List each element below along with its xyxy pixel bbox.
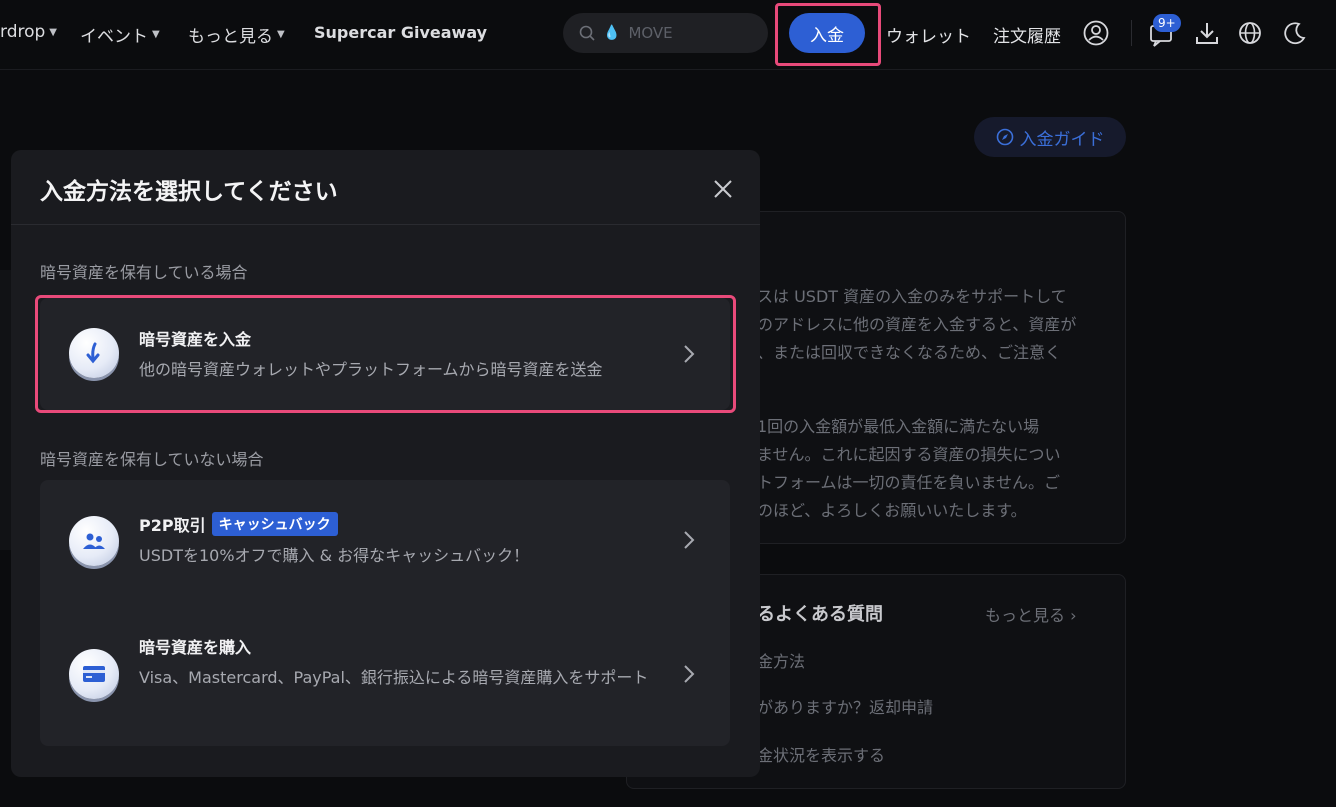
notice-line: のアドレスに他の資産を入金すると、資産が	[757, 315, 1077, 334]
compass-icon	[996, 128, 1013, 146]
option-title: 暗号資産を購入	[139, 638, 252, 657]
option-description: Visa、Mastercard、PayPal、銀行振込による暗号資産購入をサポー…	[139, 668, 649, 687]
caret-down-icon: ▼	[277, 29, 285, 40]
moon-icon[interactable]	[1281, 18, 1309, 48]
option-highlight-frame	[35, 295, 736, 413]
nav-item-label: rdrop	[0, 22, 46, 42]
faq-item[interactable]: がありますか？返却申請	[757, 694, 933, 722]
faq-more-label: もっと見る	[985, 606, 1066, 625]
notice-line: スは USDT 資産の入金のみをサポートして	[757, 287, 1067, 306]
notice-line: ません。これに起因する資産の損失につい	[757, 445, 1061, 464]
water-drop-icon: 💧	[603, 25, 621, 41]
notice-line: 1回の入金額が最低入金額に満たない場	[757, 417, 1040, 436]
nav-item-promo[interactable]: Supercar Giveaway	[314, 23, 487, 42]
nav-item-label: もっと見る	[188, 27, 273, 47]
notice-line: トフォームは一切の責任を負いません。ご	[757, 473, 1061, 492]
download-icon[interactable]	[1193, 18, 1221, 48]
top-navigation: rdrop ▼ イベント ▼ もっと見る ▼ Supercar Giveaway…	[0, 0, 1336, 70]
notification-badge: 9+	[1153, 14, 1181, 32]
nav-item-events[interactable]: イベント ▼	[80, 22, 160, 47]
wallet-link[interactable]: ウォレット	[886, 22, 971, 47]
caret-down-icon: ▼	[49, 26, 57, 38]
option-description: USDTを10%オフで購入 & お得なキャッシュバック！	[139, 546, 530, 565]
modal-divider	[11, 224, 760, 225]
nav-item-airdrop[interactable]: rdrop ▼	[0, 22, 57, 42]
search-placeholder: MOVE	[628, 24, 673, 42]
background-left-panel	[0, 270, 11, 550]
deposit-method-modal: 入金方法を選択してください 暗号資産を保有している場合 暗号資産を入金 他の暗号…	[11, 150, 760, 777]
faq-more-link[interactable]: もっと見る ›	[985, 602, 1077, 626]
search-input[interactable]: 💧 MOVE	[563, 13, 768, 53]
globe-icon[interactable]	[1236, 18, 1264, 48]
chevron-right-icon	[684, 665, 695, 683]
notice-line: のほど、よろしくお願いいたします。	[757, 501, 1027, 520]
option-p2p-trading[interactable]: P2P取引 キャッシュバック USDTを10%オフで購入 & お得なキャッシュバ…	[40, 480, 730, 600]
chevron-right-icon: ›	[1070, 606, 1077, 625]
cashback-badge: キャッシュバック	[211, 512, 338, 536]
option-group-no-crypto: P2P取引 キャッシュバック USDTを10%オフで購入 & お得なキャッシュバ…	[40, 480, 730, 746]
faq-item[interactable]: 金状況を表示する	[757, 742, 885, 770]
chevron-right-icon	[684, 531, 695, 549]
option-title: P2P取引	[139, 516, 206, 535]
deposit-guide-button[interactable]: 入金ガイド	[974, 117, 1126, 157]
deposit-button[interactable]: 入金	[789, 13, 865, 53]
nav-item-more[interactable]: もっと見る ▼	[188, 22, 285, 47]
option-title-row: P2P取引 キャッシュバック	[139, 512, 338, 536]
promo-label: Supercar Giveaway	[314, 23, 488, 42]
nav-item-label: イベント	[80, 27, 148, 47]
caret-down-icon: ▼	[152, 29, 160, 40]
users-icon	[69, 516, 119, 566]
faq-item[interactable]: 金方法	[757, 648, 805, 676]
close-icon[interactable]	[711, 177, 735, 201]
search-icon	[579, 25, 595, 41]
notice-line: 、または回収できなくなるため、ご注意く	[757, 343, 1062, 362]
orders-link[interactable]: 注文履歴	[993, 22, 1061, 47]
modal-title: 入金方法を選択してください	[40, 179, 338, 205]
section-label-have-crypto: 暗号資産を保有している場合	[40, 263, 248, 282]
user-icon[interactable]	[1082, 18, 1110, 48]
nav-divider	[1131, 20, 1132, 46]
section-label-no-crypto: 暗号資産を保有していない場合	[40, 450, 264, 469]
deposit-guide-label: 入金ガイド	[1019, 129, 1105, 150]
faq-title: るよくある質問	[757, 604, 883, 625]
card-icon	[69, 649, 119, 699]
option-buy-crypto[interactable]: 暗号資産を購入 Visa、Mastercard、PayPal、銀行振込による暗号…	[40, 610, 730, 740]
